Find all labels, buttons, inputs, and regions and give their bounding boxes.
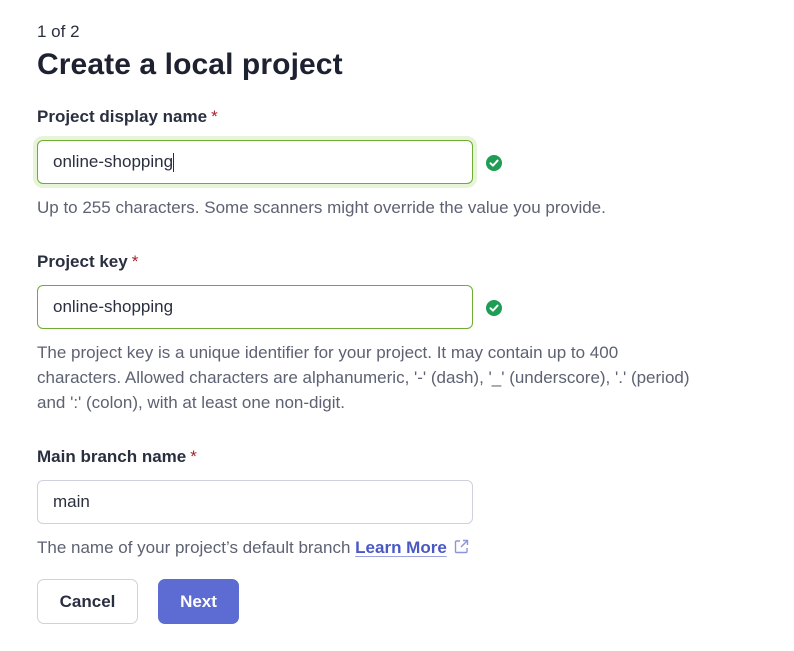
display-name-input[interactable]: online-shopping [37, 140, 473, 184]
project-key-value: online-shopping [53, 297, 174, 316]
main-branch-label-text: Main branch name [37, 447, 187, 466]
step-indicator: 1 of 2 [37, 22, 80, 41]
project-key-help: The project key is a unique identifier f… [37, 340, 777, 415]
check-circle-icon [486, 300, 502, 316]
project-key-label: Project key * [37, 252, 138, 272]
main-branch-help-text: The name of your project’s default branc… [37, 538, 351, 557]
learn-more-label: Learn More [355, 538, 447, 557]
project-key-wrapper: online-shopping [37, 285, 473, 329]
project-key-help-line: characters. Allowed characters are alpha… [37, 368, 690, 387]
external-link-icon [453, 537, 470, 562]
required-mark: * [190, 447, 197, 466]
display-name-wrapper: online-shopping [37, 140, 473, 184]
main-branch-help: The name of your project’s default branc… [37, 535, 777, 562]
required-mark: * [211, 107, 218, 126]
cancel-button[interactable]: Cancel [37, 579, 138, 624]
page-title: Create a local project [37, 48, 343, 81]
text-caret [173, 152, 175, 172]
main-branch-wrapper: main [37, 480, 473, 524]
display-name-label-text: Project display name [37, 107, 208, 126]
main-branch-value: main [53, 492, 90, 511]
project-key-help-line: The project key is a unique identifier f… [37, 343, 619, 362]
main-branch-input[interactable]: main [37, 480, 473, 524]
main-branch-label: Main branch name * [37, 447, 197, 467]
next-button[interactable]: Next [158, 579, 239, 624]
project-key-label-text: Project key [37, 252, 128, 271]
display-name-help: Up to 255 characters. Some scanners migh… [37, 198, 606, 217]
check-circle-icon [486, 155, 502, 171]
required-mark: * [131, 252, 139, 271]
project-key-help-line: and ':' (colon), with at least one non-d… [37, 393, 345, 412]
display-name-value: online-shopping [53, 152, 174, 171]
display-name-label: Project display name * [37, 107, 218, 127]
project-key-input[interactable]: online-shopping [37, 285, 473, 329]
learn-more-link[interactable]: Learn More [355, 538, 470, 557]
